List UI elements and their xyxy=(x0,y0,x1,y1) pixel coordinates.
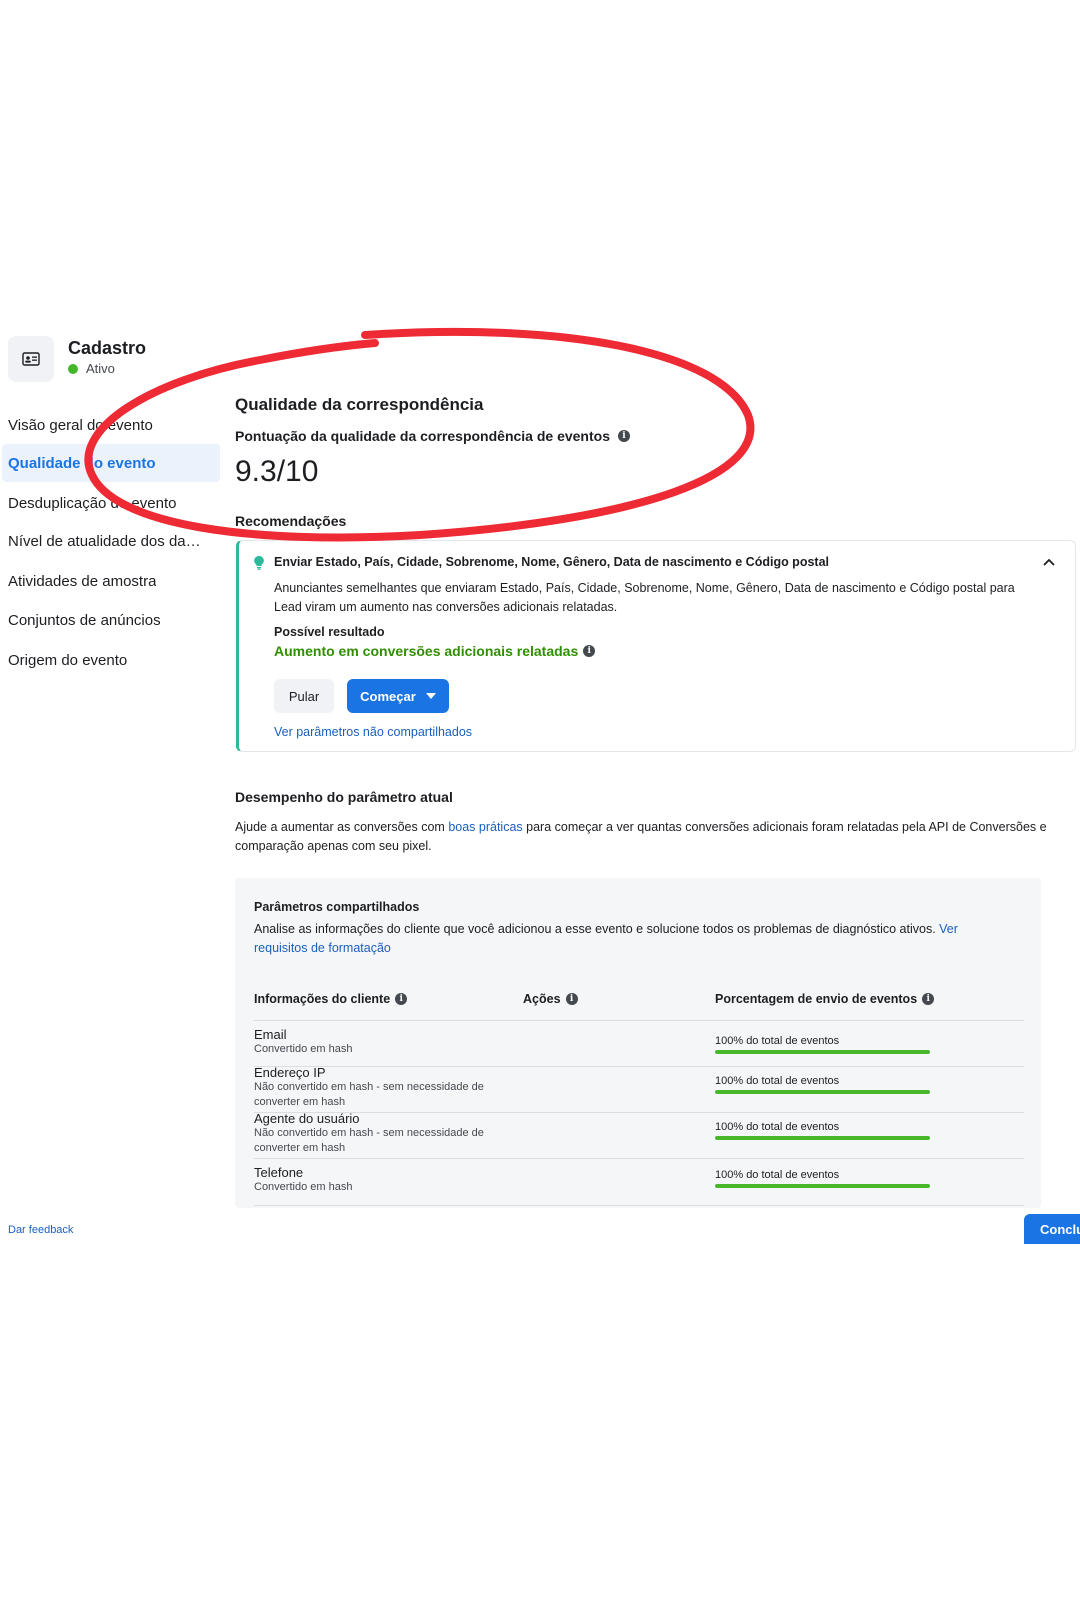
possible-result-text: Aumento em conversões adicionais relatad… xyxy=(274,643,579,659)
column-header-label: Informações do cliente xyxy=(254,992,391,1006)
row-subtext: Não convertido em hash - sem necessidade… xyxy=(254,1127,484,1154)
best-practices-link[interactable]: boas práticas xyxy=(448,820,522,834)
sidebar-item-label: Desduplicação do evento xyxy=(8,494,177,512)
chevron-up-icon[interactable] xyxy=(1043,553,1055,571)
column-header-label: Porcentagem de envio de eventos xyxy=(715,992,918,1006)
row-subtext: Convertido em hash xyxy=(254,1181,353,1193)
shared-parameters-panel: Parâmetros compartilhados Analise as inf… xyxy=(235,878,1041,1208)
recommendation-card: Enviar Estado, País, Cidade, Sobrenome, … xyxy=(236,540,1076,752)
column-header-customer-info: Informações do cliente i xyxy=(254,992,408,1006)
red-circle-annotation xyxy=(84,327,755,542)
row-divider xyxy=(254,1205,1024,1206)
sidebar-item-label: Nível de atualidade dos dados xyxy=(8,532,206,550)
recommendation-title: Enviar Estado, País, Cidade, Sobrenome, … xyxy=(274,555,829,569)
progress-bar-fill xyxy=(715,1184,930,1188)
progress-bar xyxy=(715,1090,930,1094)
skip-button[interactable]: Pular xyxy=(274,679,334,713)
progress-bar-fill xyxy=(715,1136,930,1140)
sidebar-item-event-quality[interactable]: Qualidade do evento xyxy=(2,444,220,482)
caret-down-icon xyxy=(425,693,436,699)
event-title: Cadastro xyxy=(68,338,147,358)
row-percentage-text: 100% do total de eventos xyxy=(715,1075,840,1087)
status-label: Ativo xyxy=(86,361,115,376)
possible-result-label: Possível resultado xyxy=(274,625,385,639)
progress-bar xyxy=(715,1050,930,1054)
give-feedback-link[interactable]: Dar feedback xyxy=(8,1224,73,1236)
row-percentage: 100% do total de eventos xyxy=(715,1121,930,1140)
sidebar-item-label: Conjuntos de anúncios xyxy=(8,611,161,629)
possible-result: Aumento em conversões adicionais relatad… xyxy=(274,643,596,659)
unshared-params-link[interactable]: Ver parâmetros não compartilhados xyxy=(274,725,472,739)
shared-parameters-title: Parâmetros compartilhados xyxy=(254,900,420,914)
status-dot-icon xyxy=(68,363,78,374)
info-icon[interactable]: i xyxy=(583,645,596,657)
recommendations-heading: Recomendações xyxy=(235,513,347,529)
progress-bar xyxy=(715,1136,930,1140)
column-header-label: Ações xyxy=(523,992,561,1006)
table-row: Email Convertido em hash 100% do total d… xyxy=(254,1027,1024,1057)
info-icon[interactable]: i xyxy=(395,993,408,1005)
table-row: Agente do usuário Não convertido em hash… xyxy=(254,1111,1024,1156)
match-quality-score: 9.3/10 xyxy=(235,455,319,488)
sidebar-item-overview[interactable]: Visão geral do evento xyxy=(0,406,220,444)
row-percentage: 100% do total de eventos xyxy=(715,1169,930,1188)
row-divider xyxy=(254,1158,1024,1159)
info-icon[interactable]: i xyxy=(922,993,935,1005)
performance-heading: Desempenho do parâmetro atual xyxy=(235,789,453,805)
sidebar-item-data-freshness[interactable]: Nível de atualidade dos dados xyxy=(0,522,206,560)
column-header-actions: Ações i xyxy=(523,992,578,1006)
start-button-label: Começar xyxy=(360,688,416,704)
row-percentage-text: 100% do total de eventos xyxy=(715,1121,840,1133)
table-row: Telefone Convertido em hash 100% do tota… xyxy=(254,1165,1024,1195)
event-quality-screen: Cadastro Ativo Visão geral do evento Qua… xyxy=(0,0,1080,1620)
row-divider xyxy=(254,1020,1024,1021)
performance-desc-text: comparação apenas com seu pixel. xyxy=(235,839,432,853)
sidebar-item-ad-sets[interactable]: Conjuntos de anúncios xyxy=(0,601,220,639)
row-percentage-text: 100% do total de eventos xyxy=(715,1035,840,1047)
score-label-text: Pontuação da qualidade da correspondênci… xyxy=(235,428,610,444)
shared-params-desc-text: Analise as informações do cliente que vo… xyxy=(254,922,940,936)
sidebar-item-deduplication[interactable]: Desduplicação do evento xyxy=(0,484,220,522)
sidebar-item-label: Origem do evento xyxy=(8,651,128,669)
sidebar-item-label: Atividades de amostra xyxy=(8,572,157,590)
event-status: Ativo xyxy=(68,361,115,376)
performance-description: Ajude a aumentar as conversões com boas … xyxy=(235,818,1080,856)
done-button[interactable]: Concluir xyxy=(1024,1214,1080,1244)
performance-desc-text: Ajude a aumentar as conversões com xyxy=(235,820,449,834)
sidebar-item-label: Qualidade do evento xyxy=(8,454,156,472)
row-subtext: Convertido em hash xyxy=(254,1043,353,1055)
info-icon[interactable]: i xyxy=(618,430,630,442)
column-header-event-percentage: Porcentagem de envio de eventos i xyxy=(715,992,935,1006)
progress-bar xyxy=(715,1184,930,1188)
start-button[interactable]: Começar xyxy=(347,679,449,713)
row-percentage-text: 100% do total de eventos xyxy=(715,1169,840,1181)
id-card-icon xyxy=(8,336,54,382)
recommendation-description: Anunciantes semelhantes que enviaram Est… xyxy=(274,581,1015,614)
table-row: Endereço IP Não convertido em hash - sem… xyxy=(254,1065,1024,1110)
sidebar-item-sample-activities[interactable]: Atividades de amostra xyxy=(0,562,220,600)
row-subtext: Não convertido em hash - sem necessidade… xyxy=(254,1081,484,1108)
match-quality-heading: Qualidade da correspondência xyxy=(235,395,484,414)
lightbulb-icon xyxy=(253,555,265,575)
event-header xyxy=(8,336,54,382)
row-percentage: 100% do total de eventos xyxy=(715,1035,930,1054)
shared-parameters-description: Analise as informações do cliente que vo… xyxy=(254,920,1014,958)
sidebar-item-label: Visão geral do evento xyxy=(8,416,153,434)
sidebar-item-event-source[interactable]: Origem do evento xyxy=(0,641,220,679)
progress-bar-fill xyxy=(715,1090,930,1094)
score-label: Pontuação da qualidade da correspondênci… xyxy=(235,428,630,444)
performance-desc-text: para começar a ver quantas conversões ad… xyxy=(522,820,1047,834)
row-percentage: 100% do total de eventos xyxy=(715,1075,930,1094)
info-icon[interactable]: i xyxy=(565,993,578,1005)
progress-bar-fill xyxy=(715,1050,930,1054)
